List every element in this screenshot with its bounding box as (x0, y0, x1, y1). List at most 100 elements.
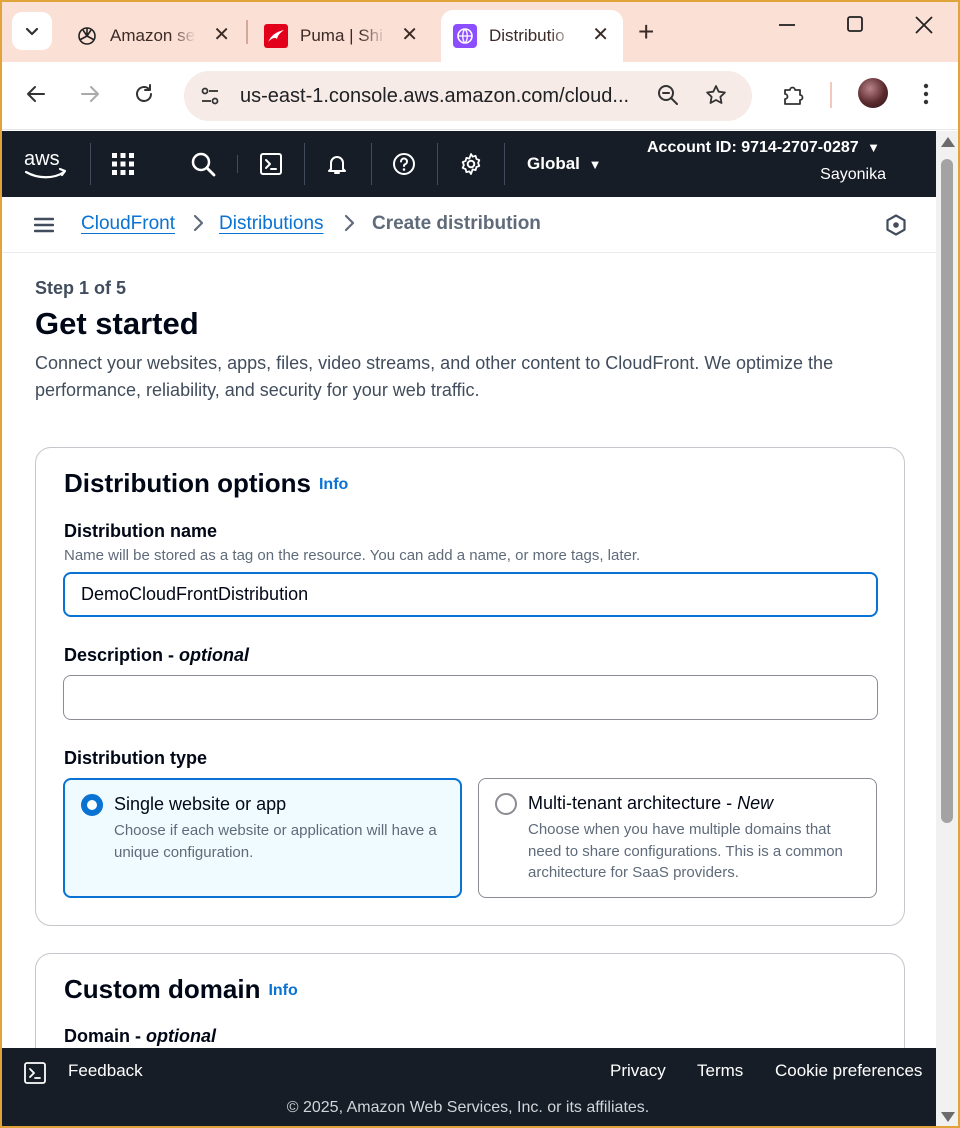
back-arrow-icon[interactable] (24, 82, 48, 113)
search-icon[interactable] (190, 151, 216, 177)
radio-single-website[interactable]: Single website or app Choose if each web… (63, 778, 462, 898)
breadcrumb-distributions[interactable]: Distributions (219, 213, 324, 235)
step-indicator: Step 1 of 5 (35, 278, 127, 298)
account-menu[interactable]: Account ID: 9714-2707-0287 ▼ (647, 139, 880, 157)
help-icon[interactable] (391, 151, 417, 177)
browser-toolbar: us-east-1.console.aws.amazon.com/cloud..… (0, 62, 960, 130)
settings-gear-icon[interactable] (458, 151, 484, 177)
more-menu-icon[interactable] (914, 82, 938, 113)
distribution-type-label: Distribution type (64, 748, 207, 768)
distribution-name-value: DemoCloudFrontDistribution (81, 584, 309, 604)
terms-link[interactable]: Terms (697, 1061, 743, 1081)
bookmark-star-icon[interactable] (704, 83, 728, 112)
cloudshell-icon[interactable] (258, 151, 284, 177)
extensions-puzzle-icon[interactable] (780, 82, 806, 115)
page-scrollbar[interactable] (936, 131, 960, 1128)
description-label: Description - optional (64, 645, 249, 666)
scrollbar-thumb[interactable] (941, 159, 953, 823)
reload-icon[interactable] (132, 82, 156, 113)
distribution-name-input[interactable]: DemoCloudFrontDistribution (63, 572, 878, 617)
breadcrumb: CloudFront Distributions Create distribu… (2, 197, 936, 253)
optional-marker: optional (146, 1026, 217, 1046)
breadcrumb-cloudfront[interactable]: CloudFront (81, 213, 175, 235)
account-id: Account ID: 9714-2707-0287 (647, 139, 859, 156)
puma-icon (264, 24, 288, 48)
description-input[interactable] (63, 675, 878, 720)
browser-tab-strip: Amazon se ✕ Puma | Shi ✕ Distributio ✕ + (0, 0, 960, 62)
domain-label-text: Domain - (64, 1026, 147, 1046)
scroll-down-arrow-icon[interactable] (941, 1112, 955, 1122)
browser-tab-distributions[interactable]: Distributio ✕ (441, 10, 623, 62)
tab-title: Distributio (489, 26, 565, 45)
privacy-link[interactable]: Privacy (610, 1061, 666, 1081)
chevron-down-icon (25, 27, 39, 36)
browser-tab-amazon[interactable]: Amazon se ✕ (64, 10, 244, 62)
info-link[interactable]: Info (268, 982, 297, 999)
distribution-name-label: Distribution name (64, 521, 218, 541)
radio-button-unselected[interactable] (495, 793, 517, 815)
svg-text:aws: aws (24, 148, 60, 170)
radio-description: Choose if each website or application wi… (114, 822, 437, 861)
page-title: Get started (35, 306, 199, 341)
chevron-right-icon (343, 211, 357, 241)
close-icon[interactable]: ✕ (592, 22, 609, 47)
tab-search-button[interactable] (12, 12, 52, 50)
new-marker: New (737, 793, 774, 813)
cookie-preferences-link[interactable]: Cookie preferences (775, 1061, 922, 1081)
site-settings-icon[interactable] (198, 84, 222, 108)
copyright-text: © 2025, Amazon Web Services, Inc. or its… (286, 1099, 650, 1116)
menu-hamburger-icon[interactable] (33, 217, 55, 238)
radio-title: Single website or app (114, 794, 287, 814)
panel-heading: Distribution options (64, 468, 311, 498)
custom-domain-panel: Custom domain Info Domain - optional (35, 953, 905, 1048)
tab-title: Amazon se (110, 26, 196, 45)
close-icon[interactable]: ✕ (213, 22, 230, 47)
openai-icon (78, 27, 96, 45)
new-tab-plus-icon[interactable]: + (638, 16, 654, 48)
close-icon[interactable]: ✕ (401, 22, 418, 47)
region-label: Global (527, 154, 580, 173)
breadcrumb-current: Create distribution (372, 213, 541, 234)
scroll-up-arrow-icon[interactable] (941, 137, 955, 147)
maximize-icon[interactable] (846, 14, 864, 42)
radio-multi-tenant[interactable]: Multi-tenant architecture - New Choose w… (478, 778, 877, 898)
address-bar[interactable]: us-east-1.console.aws.amazon.com/cloud..… (184, 71, 752, 121)
window-close-icon[interactable] (914, 14, 934, 42)
nav-divider (237, 155, 238, 173)
nav-divider (90, 143, 91, 185)
region-selector[interactable]: Global ▼ (527, 154, 602, 174)
hexagon-assistant-icon[interactable] (885, 214, 907, 241)
tab-divider (246, 20, 248, 44)
aws-logo[interactable]: aws (24, 147, 68, 186)
panel-heading: Custom domain (64, 974, 261, 1004)
minimize-icon[interactable] (778, 14, 796, 42)
radio-button-selected[interactable] (81, 794, 103, 816)
services-grid-icon[interactable] (110, 151, 136, 177)
radio-description: Choose when you have multiple domains th… (528, 821, 843, 881)
url-text[interactable]: us-east-1.console.aws.amazon.com/cloud..… (240, 85, 640, 108)
forward-arrow-icon[interactable] (78, 82, 102, 113)
cloudshell-feedback-icon[interactable] (24, 1062, 46, 1089)
console-footer: Feedback Privacy Terms Cookie preference… (0, 1048, 936, 1128)
zoom-icon[interactable] (656, 83, 680, 112)
chevron-right-icon (192, 211, 206, 241)
page-description: Connect your websites, apps, files, vide… (35, 353, 834, 400)
feedback-link[interactable]: Feedback (68, 1061, 143, 1081)
radio-title: Multi-tenant architecture - New (528, 793, 773, 814)
toolbar-divider (830, 82, 832, 108)
cloudfront-icon (453, 24, 477, 48)
info-link[interactable]: Info (319, 476, 348, 493)
aws-top-navigation: aws Global ▼ Account ID: 9714-2707-0287 … (0, 131, 936, 197)
optional-marker: optional (179, 645, 250, 665)
nav-divider (304, 143, 305, 185)
distribution-options-panel: Distribution options Info Distribution na… (35, 447, 905, 926)
profile-avatar[interactable] (858, 78, 888, 108)
domain-label: Domain - optional (64, 1026, 216, 1047)
notifications-bell-icon[interactable] (324, 151, 350, 177)
panel-title: Distribution options Info (64, 468, 348, 499)
tab-title: Puma | Shi (300, 26, 383, 45)
nav-divider (371, 143, 372, 185)
main-content: Step 1 of 5 Get started Connect your web… (2, 254, 936, 1048)
user-name: Sayonika (820, 166, 886, 183)
browser-tab-puma[interactable]: Puma | Shi ✕ (252, 10, 432, 62)
